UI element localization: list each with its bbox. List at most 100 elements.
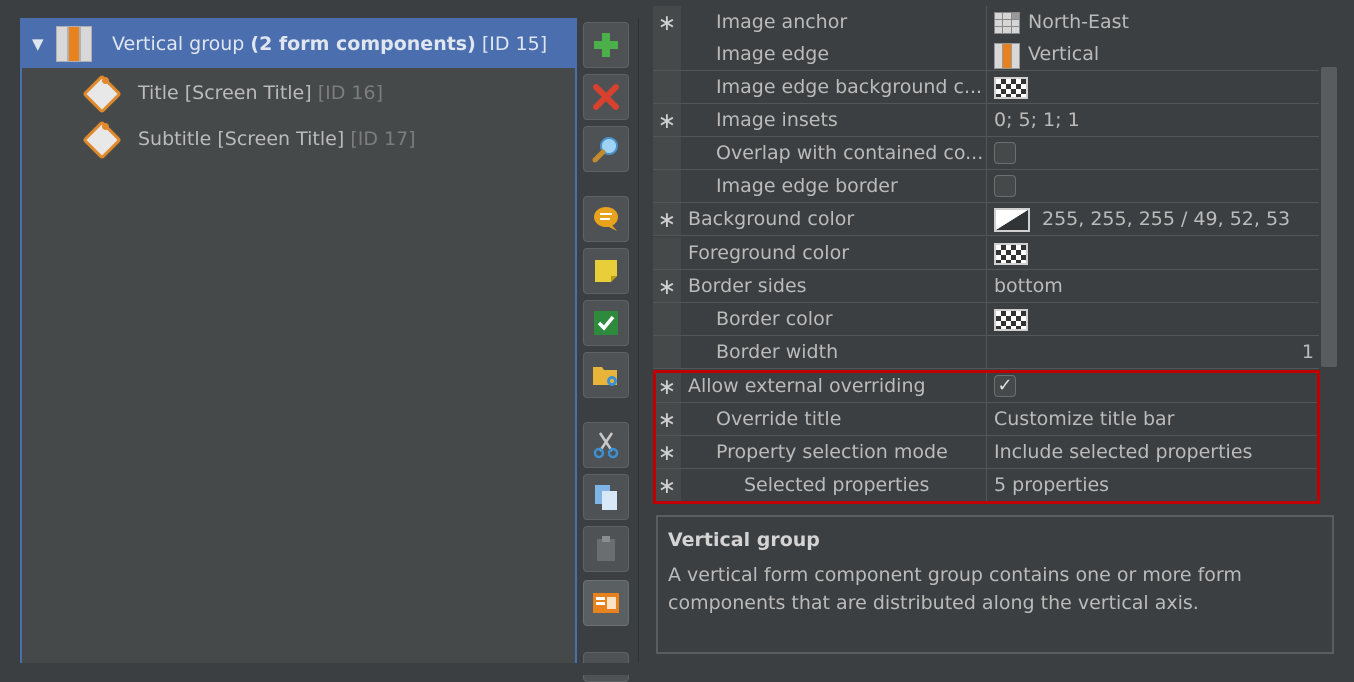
description-panel: Vertical group A vertical form component…	[656, 515, 1334, 654]
screen-title-icon	[82, 74, 120, 112]
property-row-image-insets[interactable]: ∗ Image insets 0; 5; 1; 1	[653, 104, 1319, 137]
add-button[interactable]	[583, 22, 629, 68]
property-value-cell[interactable]: 0; 5; 1; 1	[986, 104, 1319, 136]
property-value-cell[interactable]: 255, 255, 255 / 49, 52, 53	[986, 203, 1319, 235]
property-row-image-anchor[interactable]: ∗ Image anchor North-East	[653, 6, 1319, 39]
comment-button[interactable]	[583, 196, 629, 242]
tree-item-label: Subtitle [Screen Title]	[138, 128, 345, 150]
tree-item-detail: (2 form components)	[250, 33, 476, 55]
property-row-background-color[interactable]: ∗ Background color 255, 255, 255 / 49, 5…	[653, 203, 1319, 236]
property-value-cell[interactable]	[986, 303, 1319, 335]
property-name: Image anchor	[716, 11, 848, 33]
property-row-border-sides[interactable]: ∗ Border sides bottom	[653, 270, 1319, 303]
property-name: Property selection mode	[716, 441, 948, 463]
cut-button[interactable]	[583, 422, 629, 468]
screen-title-icon	[82, 120, 120, 158]
property-value-cell[interactable]	[986, 137, 1319, 169]
property-value-cell[interactable]: ✓	[986, 370, 1319, 402]
modified-star: ∗	[653, 104, 681, 136]
check-button[interactable]	[583, 300, 629, 346]
property-value-cell[interactable]: bottom	[986, 270, 1319, 302]
property-value: Include selected properties	[994, 441, 1253, 463]
note-icon	[595, 260, 617, 282]
property-row-property-selection-mode[interactable]: ∗ Property selection mode Include select…	[653, 436, 1319, 469]
property-name: Allow external overriding	[688, 375, 926, 397]
property-value-cell[interactable]: North-East	[986, 6, 1319, 38]
note-button[interactable]	[583, 248, 629, 294]
modified-star: ∗	[653, 270, 681, 302]
vertical-edge-icon	[994, 43, 1020, 69]
property-name: Border color	[716, 308, 833, 330]
description-title: Vertical group	[668, 529, 820, 551]
modified-star: ∗	[653, 436, 681, 468]
modified-star: ∗	[653, 403, 681, 435]
modified-star	[653, 170, 681, 202]
property-value: 5 properties	[994, 474, 1110, 496]
property-name: Image edge	[716, 43, 830, 65]
tree-item-id: [ID 16]	[317, 82, 383, 104]
description-body: A vertical form component group contains…	[668, 564, 1242, 614]
property-name: Border sides	[688, 275, 807, 297]
modified-star: ∗	[653, 6, 681, 38]
property-value-cell[interactable]: Customize title bar	[986, 403, 1319, 435]
overlap-checkbox[interactable]	[994, 142, 1016, 164]
tree-item-id: [ID 15]	[481, 33, 548, 55]
tree-item-vertical-group[interactable]: ▼ Vertical group (2 form components) [ID…	[22, 20, 575, 68]
property-row-override-title[interactable]: ∗ Override title Customize title bar	[653, 403, 1319, 436]
property-row-image-edge-background[interactable]: Image edge background c...	[653, 71, 1319, 104]
property-value: Vertical	[1028, 43, 1100, 65]
no-color-swatch	[994, 309, 1028, 331]
property-value: Customize title bar	[994, 408, 1175, 430]
property-name: Selected properties	[744, 474, 930, 496]
folder-settings-icon	[593, 367, 617, 386]
property-value-cell[interactable]: Include selected properties	[986, 436, 1319, 468]
vertical-toolbar	[583, 18, 631, 682]
property-name: Override title	[716, 408, 842, 430]
property-name: Image edge background c...	[716, 76, 983, 98]
allow-overriding-checkbox[interactable]: ✓	[994, 375, 1016, 397]
edge-border-checkbox[interactable]	[994, 175, 1016, 197]
search-button[interactable]	[583, 126, 629, 172]
color-swatch	[994, 208, 1030, 232]
vertical-group-icon	[56, 26, 92, 62]
property-row-selected-properties[interactable]: ∗ Selected properties 5 properties	[653, 469, 1319, 502]
property-row-border-color[interactable]: Border color	[653, 303, 1319, 336]
comment-icon	[594, 207, 618, 231]
no-color-swatch	[994, 243, 1028, 265]
property-row-image-edge[interactable]: Image edge Vertical	[653, 38, 1319, 71]
property-value-cell[interactable]	[986, 237, 1319, 269]
anchor-icon	[994, 12, 1020, 34]
bottom-bar	[0, 663, 1354, 675]
property-row-allow-external-overriding[interactable]: ∗ Allow external overriding ✓	[653, 370, 1319, 403]
property-row-image-edge-border[interactable]: Image edge border	[653, 170, 1319, 203]
property-value-cell[interactable]: 5 properties	[986, 469, 1319, 501]
search-icon	[592, 137, 618, 163]
modified-star	[653, 303, 681, 335]
property-value-cell[interactable]	[986, 71, 1319, 103]
property-row-border-width[interactable]: Border width 1	[653, 336, 1319, 369]
properties-scrollbar-thumb[interactable]	[1321, 67, 1337, 367]
paste-button[interactable]	[583, 526, 629, 572]
copy-button[interactable]	[583, 474, 629, 520]
modified-star: ∗	[653, 370, 681, 402]
folder-settings-button[interactable]	[583, 352, 629, 398]
form-button[interactable]	[583, 580, 629, 626]
modified-star	[653, 237, 681, 269]
property-value: 255, 255, 255 / 49, 52, 53	[1042, 208, 1291, 230]
tree-item-title[interactable]: Title [Screen Title] [ID 16]	[82, 72, 383, 114]
delete-button[interactable]	[583, 74, 629, 120]
cut-icon	[593, 432, 619, 459]
property-value-cell[interactable]: 1	[986, 336, 1319, 368]
tree-item-subtitle[interactable]: Subtitle [Screen Title] [ID 17]	[82, 118, 416, 160]
property-value-cell[interactable]: Vertical	[986, 38, 1319, 70]
modified-star	[653, 336, 681, 368]
modified-star	[653, 137, 681, 169]
property-value-cell[interactable]	[986, 170, 1319, 202]
collapse-arrow-icon[interactable]: ▼	[32, 35, 44, 53]
property-value: bottom	[994, 275, 1063, 297]
property-row-overlap[interactable]: Overlap with contained co...	[653, 137, 1319, 170]
property-name: Image edge border	[716, 175, 898, 197]
property-row-foreground-color[interactable]: Foreground color	[653, 237, 1319, 270]
tree-item-label: Vertical group	[112, 33, 245, 55]
component-tree[interactable]: ▼ Vertical group (2 form components) [ID…	[20, 18, 577, 663]
